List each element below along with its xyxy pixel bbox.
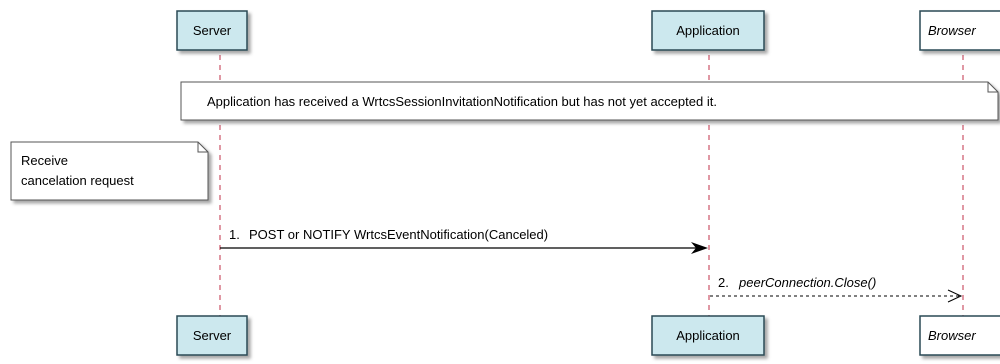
- receive-note-line2: cancelation request: [21, 173, 134, 188]
- participant-browser-top: Browser: [919, 10, 1000, 51]
- participant-label: Server: [193, 328, 232, 343]
- participant-application-top: Application: [651, 10, 765, 51]
- receive-note-line1: Receive: [21, 153, 68, 168]
- participant-label: Browser: [928, 23, 976, 38]
- state-note: Application has received a WrtcsSessionI…: [180, 81, 999, 121]
- message-2-label: peerConnection.Close(): [738, 275, 876, 290]
- message-1: 1. POST or NOTIFY WrtcsEventNotification…: [220, 227, 708, 254]
- receive-note: Receive cancelation request: [10, 141, 209, 201]
- message-2-number: 2.: [718, 275, 729, 290]
- sequence-diagram: Server Application Browser Application h…: [10, 10, 1000, 356]
- message-2-arrowhead: [947, 289, 963, 303]
- message-1-label: POST or NOTIFY WrtcsEventNotification(Ca…: [249, 227, 548, 242]
- participant-label: Browser: [928, 328, 976, 343]
- participant-label: Application: [676, 328, 740, 343]
- message-2: 2. peerConnection.Close(): [710, 275, 963, 303]
- participant-server-top: Server: [176, 10, 248, 51]
- participant-browser-bottom: Browser: [919, 315, 1000, 356]
- participant-server-bottom: Server: [176, 315, 248, 356]
- state-note-text: Application has received a WrtcsSessionI…: [207, 94, 717, 109]
- participant-label: Application: [676, 23, 740, 38]
- participant-label: Server: [193, 23, 232, 38]
- message-1-number: 1.: [229, 227, 240, 242]
- participant-application-bottom: Application: [651, 315, 765, 356]
